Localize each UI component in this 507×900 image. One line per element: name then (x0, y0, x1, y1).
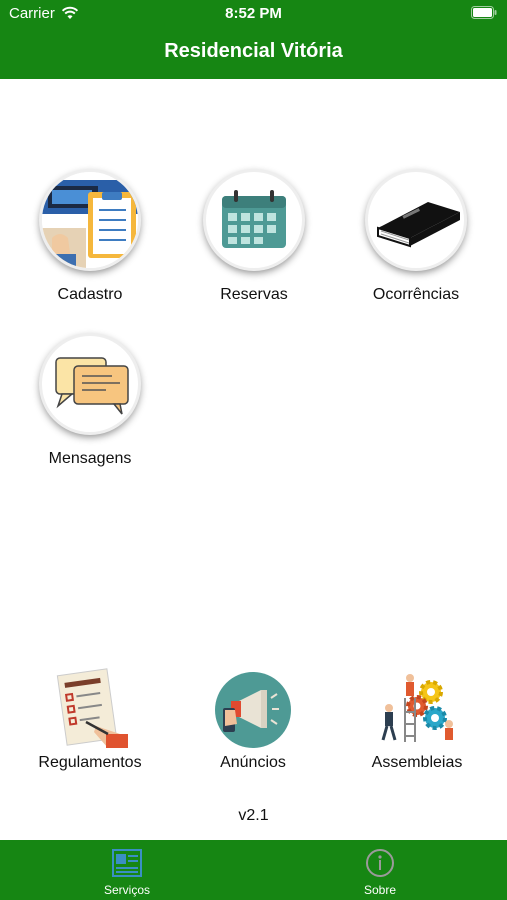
link-regulamentos[interactable]: Regulamentos (20, 668, 160, 772)
service-tile-mensagens[interactable]: Mensagens (25, 336, 155, 468)
service-label-reservas: Reservas (220, 286, 288, 303)
status-bar: Carrier 8:52 PM (0, 0, 507, 28)
app-version: v2.1 (238, 807, 269, 824)
registration-form-icon (42, 172, 138, 268)
link-anuncios[interactable]: Anúncios (183, 668, 323, 772)
service-tile-reservas[interactable]: Reservas (189, 172, 319, 304)
megaphone-icon (211, 668, 295, 752)
team-gears-icon (375, 668, 459, 752)
tab-label-sobre: Sobre (363, 883, 397, 897)
info-icon (365, 848, 395, 883)
battery-icon (471, 6, 497, 19)
id-card-icon (112, 848, 142, 883)
chat-bubbles-icon (42, 336, 138, 432)
tab-bar: Serviços Sobre (0, 840, 507, 900)
tab-label-servicos: Serviços (103, 883, 150, 897)
clock: 8:52 PM (225, 5, 282, 22)
link-assembleias[interactable]: Assembleias (347, 668, 487, 772)
service-tile-cadastro[interactable]: Cadastro (25, 172, 155, 304)
checklist-icon (48, 668, 132, 752)
link-label-anuncios: Anúncios (220, 754, 286, 771)
tab-sobre[interactable]: Sobre (300, 840, 460, 900)
service-label-ocorrencias: Ocorrências (372, 286, 460, 303)
calendar-icon (206, 172, 302, 268)
tab-servicos[interactable]: Serviços (47, 840, 207, 900)
service-label-cadastro: Cadastro (57, 286, 123, 303)
app-header: Carrier 8:52 PM Residencial Vitória (0, 0, 507, 79)
page-title: Residencial Vitória (164, 40, 343, 62)
service-label-mensagens: Mensagens (48, 450, 132, 467)
link-label-assembleias: Assembleias (371, 754, 463, 771)
book-icon (368, 172, 464, 268)
service-tile-ocorrencias[interactable]: Ocorrências (351, 172, 481, 304)
link-label-regulamentos: Regulamentos (38, 754, 142, 771)
